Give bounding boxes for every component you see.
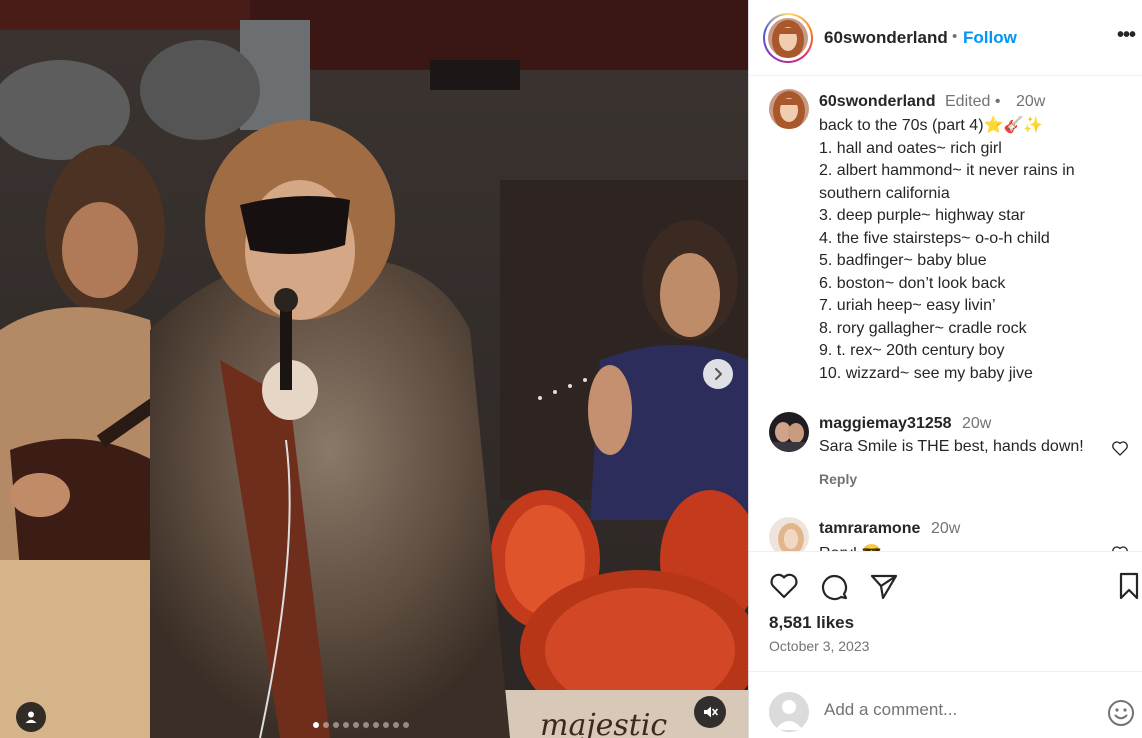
carousel-dot: [333, 722, 339, 728]
heart-icon[interactable]: [768, 570, 800, 602]
caption-avatar[interactable]: [769, 89, 809, 129]
drum-brand-text: majestic: [540, 708, 667, 738]
comment-input[interactable]: [824, 700, 1094, 720]
caption-line: back to the 70s (part 4)⭐🎸✨: [819, 117, 1044, 134]
caption-line: 1. hall and oates~ rich girl: [819, 139, 1002, 157]
caption-username[interactable]: 60swonderland: [819, 93, 935, 111]
caption-edited-label: Edited •: [945, 93, 1001, 110]
carousel-dot: [393, 722, 399, 728]
carousel-next-button[interactable]: [703, 359, 733, 389]
chevron-right-icon: [715, 368, 722, 380]
carousel-dot: [323, 722, 329, 728]
follow-button[interactable]: Follow: [963, 28, 1017, 48]
current-user-avatar: [769, 692, 809, 732]
user-tag-icon: [25, 711, 37, 723]
comment-avatar[interactable]: [769, 412, 809, 452]
comment-username[interactable]: tamraramone: [819, 520, 920, 538]
carousel-dot: [373, 722, 379, 728]
caption-line: 8. rory gallagher~ cradle rock: [819, 319, 1027, 337]
reply-button[interactable]: Reply: [819, 471, 857, 487]
comments-scroll-area[interactable]: 60swonderland Edited • 20w back to the 7…: [749, 77, 1142, 551]
carousel-dot: [343, 722, 349, 728]
instagram-post-view: majestic 60swonderland • Follow ••• 60sw…: [0, 0, 1142, 738]
post-side-panel: 60swonderland • Follow ••• 60swonderland…: [748, 0, 1142, 738]
caption-line: 9. t. rex~ 20th century boy: [819, 342, 1005, 359]
header-username[interactable]: 60swonderland: [824, 28, 948, 48]
carousel-indicator: [313, 722, 409, 728]
comment-avatar[interactable]: [769, 517, 809, 551]
story-ring[interactable]: [763, 13, 813, 63]
comment-text: Sara Smile is THE best, hands down!: [819, 438, 1084, 455]
comment-text: Rory! 😎: [819, 543, 882, 551]
bookmark-icon[interactable]: [1113, 570, 1142, 602]
caption-line: 4. the five stairsteps~ o-o-h child: [819, 229, 1050, 247]
avatar: [768, 18, 808, 58]
comment-timestamp[interactable]: 20w: [962, 415, 991, 433]
mute-audio-button[interactable]: [694, 696, 726, 728]
caption-timestamp[interactable]: 20w: [1016, 93, 1045, 111]
add-comment-bar: [749, 671, 1142, 738]
comment-like-heart-icon[interactable]: [1110, 438, 1130, 458]
share-icon[interactable]: [868, 570, 900, 602]
post-header: 60swonderland • Follow •••: [749, 0, 1142, 76]
comment-timestamp[interactable]: 20w: [931, 520, 960, 538]
video-frame: majestic: [0, 0, 748, 738]
more-options-icon[interactable]: •••: [1117, 24, 1136, 47]
carousel-dot: [363, 722, 369, 728]
caption-line: 6. boston~ don’t look back: [819, 274, 1006, 292]
comment-like-heart-icon[interactable]: [1110, 543, 1130, 551]
caption-line: southern california: [819, 184, 950, 202]
carousel-dot: [353, 722, 359, 728]
comment-username[interactable]: maggiemay31258: [819, 415, 952, 433]
caption-line: 2. albert hammond~ it never rains in: [819, 162, 1075, 179]
post-date[interactable]: October 3, 2023: [769, 638, 869, 654]
caption-line: 5. badfinger~ baby blue: [819, 252, 987, 269]
post-actions: 8,581 likes October 3, 2023: [749, 551, 1142, 671]
caption-line: 10. wizzard~ see my baby jive: [819, 364, 1033, 382]
likes-count[interactable]: 8,581 likes: [769, 613, 854, 633]
comment-icon[interactable]: [818, 570, 850, 602]
post-media[interactable]: majestic: [0, 0, 748, 738]
emoji-icon[interactable]: [1106, 698, 1136, 728]
tagged-users-button[interactable]: [16, 702, 46, 732]
carousel-dot: [313, 722, 319, 728]
mute-icon: [704, 706, 718, 718]
caption-line: 3. deep purple~ highway star: [819, 207, 1025, 224]
caption-line: 7. uriah heep~ easy livin’: [819, 297, 996, 314]
carousel-dot: [383, 722, 389, 728]
carousel-dot: [403, 722, 409, 728]
header-separator: •: [952, 28, 958, 45]
